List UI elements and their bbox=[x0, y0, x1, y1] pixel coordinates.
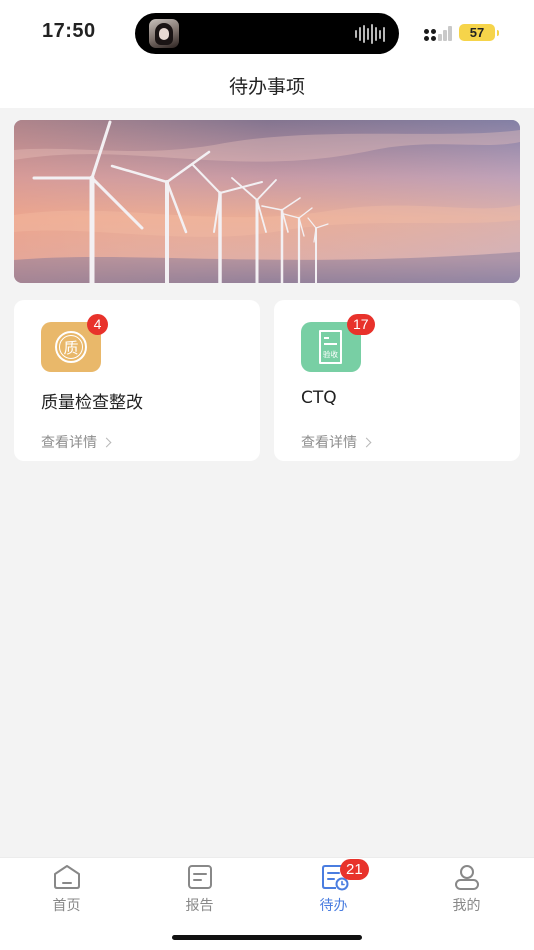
home-icon bbox=[53, 865, 80, 889]
todo-count-badge: 21 bbox=[340, 859, 369, 880]
quality-count-badge: 4 bbox=[87, 314, 108, 335]
cellular-signal-icon bbox=[424, 25, 452, 41]
card-title-quality: 质量检查整改 bbox=[41, 393, 143, 413]
ctq-count-badge: 17 bbox=[347, 314, 375, 335]
report-icon bbox=[187, 865, 212, 889]
view-details-label: 查看详情 bbox=[301, 435, 357, 451]
status-bar: 17:50 57 bbox=[0, 0, 534, 62]
tab-label-profile: 我的 bbox=[452, 898, 481, 914]
quality-rectification-card[interactable]: 质 4 质量检查整改 查看详情 bbox=[14, 300, 260, 461]
ctq-icon-text: 验收 bbox=[323, 349, 338, 359]
profile-icon bbox=[454, 865, 479, 890]
card-title-ctq: CTQ bbox=[301, 388, 337, 408]
quality-icon-text: 质 bbox=[63, 339, 78, 357]
page-title: 待办事项 bbox=[228, 76, 305, 98]
tab-home[interactable]: 首页 bbox=[0, 858, 133, 918]
tab-label-report: 报告 bbox=[185, 898, 214, 914]
dynamic-island[interactable] bbox=[135, 13, 399, 54]
battery-indicator: 57 bbox=[459, 24, 499, 41]
chevron-right-icon bbox=[361, 437, 372, 448]
now-playing-avatar bbox=[149, 19, 179, 48]
view-details-link-ctq[interactable]: 查看详情 bbox=[301, 432, 372, 452]
home-indicator[interactable] bbox=[172, 935, 362, 940]
tab-profile[interactable]: 我的 bbox=[400, 858, 533, 918]
status-time: 17:50 bbox=[42, 20, 96, 42]
tab-label-home: 首页 bbox=[52, 898, 81, 914]
chevron-right-icon bbox=[101, 437, 112, 448]
tab-label-todo: 待办 bbox=[319, 898, 348, 914]
view-details-label: 查看详情 bbox=[41, 435, 97, 451]
tab-todo[interactable]: 21 待办 bbox=[267, 858, 400, 918]
view-details-link-quality[interactable]: 查看详情 bbox=[41, 432, 112, 452]
nav-bar: 待办事项 bbox=[0, 62, 534, 108]
banner-image bbox=[14, 120, 520, 283]
ctq-card[interactable]: 验收 17 CTQ 查看详情 bbox=[274, 300, 520, 461]
tab-report[interactable]: 报告 bbox=[133, 858, 266, 918]
audio-wave-icon bbox=[355, 24, 385, 44]
